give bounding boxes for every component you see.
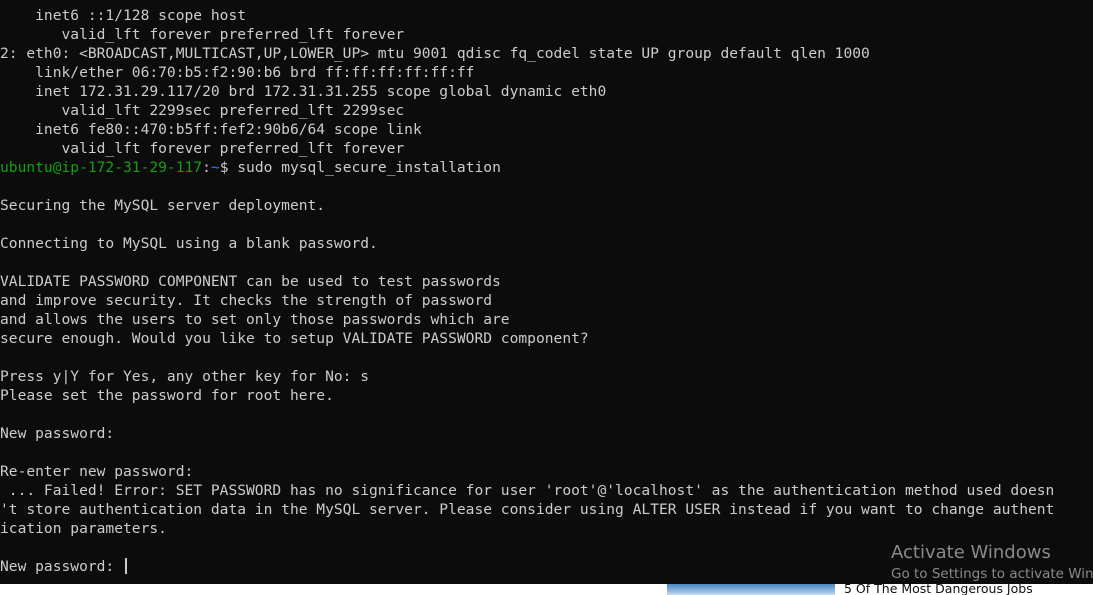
terminal-line: valid_lft forever preferred_lft forever [0, 140, 405, 157]
news-headline-link[interactable]: 5 Of The Most Dangerous Jobs [844, 584, 1033, 595]
terminal-line: New password: [0, 425, 115, 442]
terminal-line: Re-enter new password: [0, 463, 194, 480]
terminal-line: link/ether 06:70:b5:f2:90:b6 brd ff:ff:f… [0, 64, 475, 81]
terminal-line: Connecting to MySQL using a blank passwo… [0, 235, 378, 252]
terminal-line: 2: eth0: <BROADCAST,MULTICAST,UP,LOWER_U… [0, 45, 870, 62]
terminal-line: inet 172.31.29.117/20 brd 172.31.31.255 … [0, 83, 607, 100]
shell-prompt-line: ubuntu@ip-172-31-29-117:~$ sudo mysql_se… [0, 158, 1093, 177]
prompt-symbol: $ [219, 159, 238, 176]
error-message-line: ... Failed! Error: SET PASSWORD has no s… [0, 482, 1055, 499]
error-message-line: ication parameters. [0, 520, 167, 537]
password-prompt: New password: [0, 558, 124, 575]
text-cursor [125, 558, 128, 574]
terminal-window[interactable]: inet6 ::1/128 scope host valid_lft forev… [0, 0, 1093, 584]
background-page-strip: 5 Of The Most Dangerous Jobs [0, 584, 1093, 595]
terminal-line: Securing the MySQL server deployment. [0, 197, 326, 214]
terminal-line: and improve security. It checks the stre… [0, 292, 493, 309]
password-input-line[interactable]: New password: [0, 557, 1093, 576]
terminal-output: inet6 ::1/128 scope host valid_lft forev… [0, 6, 1093, 576]
prompt-command: sudo mysql_secure_installation [237, 159, 501, 176]
terminal-line: inet6 fe80::470:b5ff:fef2:90b6/64 scope … [0, 121, 422, 138]
terminal-line: valid_lft 2299sec preferred_lft 2299sec [0, 102, 405, 119]
prompt-user-host: ubuntu@ip-172-31-29-117 [0, 159, 203, 176]
terminal-line: and allows the users to set only those p… [0, 311, 510, 328]
terminal-line: secure enough. Would you like to setup V… [0, 330, 589, 347]
news-thumbnail-image[interactable] [667, 584, 835, 595]
terminal-line: Please set the password for root here. [0, 387, 334, 404]
terminal-line: VALIDATE PASSWORD COMPONENT can be used … [0, 273, 501, 290]
prompt-colon: : [202, 159, 211, 176]
terminal-line: Press y|Y for Yes, any other key for No:… [0, 368, 370, 385]
terminal-line: valid_lft forever preferred_lft forever [0, 26, 405, 43]
terminal-line: inet6 ::1/128 scope host [0, 7, 247, 24]
prompt-path: ~ [210, 159, 220, 176]
error-message-line: 't store authentication data in the MySQ… [0, 501, 1055, 518]
